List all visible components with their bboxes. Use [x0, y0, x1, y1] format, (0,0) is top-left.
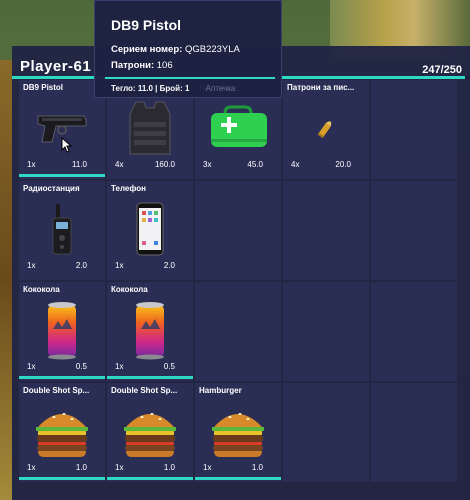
slot-item-name: Телефон — [111, 184, 146, 193]
inventory-panel: Player-61 247/250 DB9 Pistol 1x 11.0 4x 160.… — [12, 46, 470, 500]
slot-item-name: Кококола — [111, 285, 148, 294]
phone-icon — [107, 195, 193, 263]
burger-icon — [107, 397, 193, 465]
slot-quantity: 1x — [27, 463, 36, 472]
inventory-slot[interactable]: Телефон 1x 2.0 — [107, 181, 193, 280]
radio-icon — [19, 195, 105, 263]
tooltip-ammo-row: Патрони: 106 — [111, 60, 173, 71]
slot-weight: 160.0 — [154, 160, 175, 169]
player-name: Player-61 — [20, 58, 92, 75]
slot-quantity: 1x — [203, 463, 212, 472]
body-armor-icon — [107, 94, 193, 162]
inventory-slot-empty[interactable] — [195, 282, 281, 381]
slot-quantity: 1x — [115, 362, 124, 371]
slot-quantity: 4x — [291, 160, 300, 169]
scene-post — [0, 60, 12, 500]
inventory-slot-empty[interactable] — [371, 282, 457, 381]
slot-quantity: 4x — [115, 160, 124, 169]
soda-can-icon — [107, 296, 193, 364]
inventory-slot-empty[interactable] — [371, 80, 457, 179]
tooltip-serial-value: QGB223YLA — [184, 44, 240, 55]
slot-quantity: 1x — [27, 160, 36, 169]
first-aid-kit-icon — [195, 94, 281, 162]
weight-capacity-text: 247/250 — [422, 64, 462, 76]
inventory-slot[interactable]: Double Shot Sp... 1x 1.0 — [107, 383, 193, 482]
slot-durability-bar — [107, 376, 193, 379]
tooltip-next-slot-label: Аптечка — [205, 84, 236, 93]
burger-icon — [195, 397, 281, 465]
inventory-slot[interactable]: Кококола 1x 0.5 — [19, 282, 105, 381]
slot-durability-bar — [19, 174, 105, 177]
slot-weight: 1.0 — [75, 463, 87, 472]
slot-quantity: 1x — [115, 261, 124, 270]
slot-durability-bar — [19, 376, 105, 379]
inventory-slot-empty[interactable] — [283, 282, 369, 381]
mouse-cursor-icon — [61, 137, 73, 153]
slot-weight: 1.0 — [251, 463, 263, 472]
inventory-slot[interactable]: DB9 Pistol 1x 11.0 — [19, 80, 105, 179]
slot-durability-bar — [107, 477, 193, 480]
tooltip-title: DB9 Pistol — [111, 17, 182, 33]
tooltip-footer: Тегло: 11.0 | Брой: 1 Аптечка — [111, 84, 235, 93]
inventory-slot-empty[interactable] — [195, 181, 281, 280]
slot-weight: 2.0 — [75, 261, 87, 270]
slot-item-name: Double Shot Sp... — [111, 386, 178, 395]
tooltip-ammo-value: 106 — [156, 60, 173, 71]
slot-quantity: 1x — [27, 261, 36, 270]
burger-icon — [19, 397, 105, 465]
slot-item-name: Патрони за пис... — [287, 83, 355, 92]
slot-durability-bar — [19, 477, 105, 480]
inventory-grid: DB9 Pistol 1x 11.0 4x 160.0 Аптечка 3x 45.0 Патр… — [19, 80, 463, 482]
inventory-slot[interactable]: Hamburger 1x 1.0 — [195, 383, 281, 482]
inventory-slot[interactable]: Double Shot Sp... 1x 1.0 — [19, 383, 105, 482]
slot-durability-bar — [195, 477, 281, 480]
slot-quantity: 1x — [27, 362, 36, 371]
item-tooltip: DB9 Pistol Серием номер: QGB223YLA Патро… — [94, 0, 282, 98]
slot-item-name: Double Shot Sp... — [23, 386, 90, 395]
slot-quantity: 3x — [203, 160, 212, 169]
slot-weight: 0.5 — [163, 362, 175, 371]
slot-weight: 2.0 — [163, 261, 175, 270]
slot-weight: 1.0 — [163, 463, 175, 472]
slot-item-name: Кококола — [23, 285, 60, 294]
inventory-slot[interactable]: Радиостанция 1x 2.0 — [19, 181, 105, 280]
inventory-slot-empty[interactable] — [371, 383, 457, 482]
pistol-ammo-icon — [283, 94, 369, 162]
slot-item-name: Радиостанция — [23, 184, 80, 193]
slot-item-name: DB9 Pistol — [23, 83, 64, 92]
inventory-slot[interactable]: Кококола 1x 0.5 — [107, 282, 193, 381]
tooltip-serial-label: Серием номер: — [111, 44, 183, 55]
slot-weight: 45.0 — [247, 160, 263, 169]
tooltip-weight-count: Тегло: 11.0 | Брой: 1 — [111, 84, 190, 93]
slot-weight: 20.0 — [335, 160, 351, 169]
slot-weight: 11.0 — [72, 160, 87, 169]
inventory-slot-empty[interactable] — [283, 383, 369, 482]
inventory-slot-empty[interactable] — [371, 181, 457, 280]
inventory-slot-empty[interactable] — [283, 181, 369, 280]
tooltip-ammo-label: Патрони: — [111, 60, 155, 71]
slot-item-name: Hamburger — [199, 386, 242, 395]
slot-quantity: 1x — [115, 463, 124, 472]
inventory-slot[interactable]: Патрони за пис... 4x 20.0 — [283, 80, 369, 179]
soda-can-icon — [19, 296, 105, 364]
slot-weight: 0.5 — [75, 362, 87, 371]
tooltip-serial-row: Серием номер: QGB223YLA — [111, 44, 240, 55]
tooltip-divider — [105, 77, 275, 79]
